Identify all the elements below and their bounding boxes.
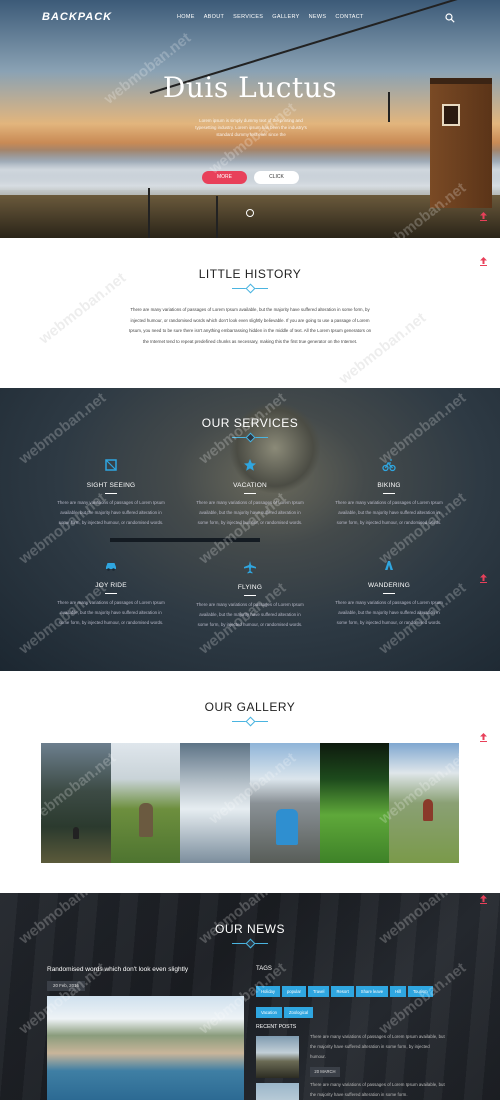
- tags-title: TAGS: [256, 966, 272, 972]
- compass-icon: [385, 561, 393, 570]
- hero-title: Duis Luctus: [162, 71, 338, 104]
- service-desc: There are many variations of passages of…: [335, 500, 443, 525]
- tag[interactable]: Tourism: [407, 986, 433, 997]
- service-desc: There are many variations of passages of…: [196, 500, 304, 525]
- watermark: webmoban.net: [35, 269, 130, 348]
- lift-pylon: [148, 188, 150, 238]
- logo[interactable]: BACKPACK: [42, 11, 112, 23]
- service-underline: [383, 493, 395, 494]
- menu-item-home[interactable]: HOME: [177, 14, 195, 20]
- menu-item-contact[interactable]: CONTACT: [335, 14, 363, 20]
- service-wandering[interactable]: WANDERING There are many variations of p…: [334, 558, 444, 628]
- service-biking[interactable]: BIKING There are many variations of pass…: [334, 458, 444, 528]
- service-underline: [105, 593, 117, 594]
- scroll-down-indicator[interactable]: [246, 209, 254, 217]
- gallery-photo[interactable]: [319, 743, 390, 863]
- service-name: VACATION: [233, 482, 267, 489]
- history-title: LITTLE HISTORY: [198, 267, 302, 281]
- hero-banner: BACKPACK HOME ABOUT SERVICES GALLERY NEW…: [0, 0, 500, 238]
- main-menu: HOME ABOUT SERVICES GALLERY NEWS CONTACT: [177, 14, 364, 20]
- services-bg-pier: [110, 538, 260, 542]
- tag-cloud: Holiday popular Travel Resort Share leave Hil…: [256, 980, 446, 1022]
- service-name: FLYING: [237, 584, 263, 591]
- news-photo[interactable]: [47, 996, 244, 1100]
- news-date-badge: 20 Feb, 2016: [47, 981, 85, 991]
- service-desc: There are many variations of passages of…: [196, 602, 304, 627]
- menu-item-gallery[interactable]: GALLERY: [272, 14, 299, 20]
- star-icon: [244, 459, 256, 471]
- gallery-title: OUR GALLERY: [204, 700, 296, 714]
- search-icon[interactable]: [445, 13, 455, 23]
- service-name: BIKING: [377, 482, 401, 489]
- service-name: JOY RIDE: [95, 582, 127, 589]
- tag[interactable]: Vacation: [256, 1007, 282, 1018]
- tag[interactable]: popular: [281, 986, 306, 997]
- service-vacation[interactable]: VACATION There are many variations of pa…: [195, 458, 305, 528]
- service-name: WANDERING: [367, 582, 410, 589]
- gallery-photo[interactable]: [389, 743, 460, 863]
- recent-post-text[interactable]: There are many variations of passages of…: [310, 1032, 446, 1062]
- gallery-photo[interactable]: [180, 743, 251, 863]
- history-text: There are many variations of passages of…: [128, 307, 372, 344]
- recent-posts-title: RECENT POSTS: [256, 1024, 297, 1030]
- map-icon: [105, 459, 117, 471]
- service-joy-ride[interactable]: JOY RIDE There are many variations of pa…: [56, 558, 166, 628]
- service-underline: [244, 595, 256, 596]
- news-title: OUR NEWS: [215, 922, 285, 936]
- section-divider: [232, 286, 268, 291]
- menu-item-about[interactable]: ABOUT: [204, 14, 224, 20]
- news-headline[interactable]: Randomised words which don't look even s…: [47, 966, 188, 973]
- recent-post-date: 20 MARCH: [310, 1067, 340, 1077]
- news-section: OUR NEWS Randomised words which don't lo…: [0, 893, 500, 1100]
- menu-item-news[interactable]: NEWS: [309, 14, 327, 20]
- gallery-photo[interactable]: [110, 743, 181, 863]
- recent-post-thumb[interactable]: [256, 1083, 299, 1100]
- scroll-top-icon[interactable]: [480, 574, 487, 583]
- scroll-top-icon[interactable]: [480, 257, 487, 266]
- scroll-top-icon[interactable]: [480, 733, 487, 742]
- more-button[interactable]: MORE: [202, 171, 247, 184]
- hero-clouds: [0, 150, 500, 190]
- tag[interactable]: Zoological: [284, 1007, 314, 1018]
- top-nav: BACKPACK HOME ABOUT SERVICES GALLERY NEW…: [0, 0, 500, 36]
- gallery-photo[interactable]: [41, 743, 111, 863]
- recent-post-text[interactable]: There are many variations of passages of…: [310, 1080, 446, 1100]
- services-title: OUR SERVICES: [201, 416, 299, 430]
- services-section: OUR SERVICES SIGHT SEEING There are many…: [0, 388, 500, 671]
- recent-post-thumb[interactable]: [256, 1036, 299, 1078]
- plane-icon: [244, 561, 256, 574]
- service-name: SIGHT SEEING: [86, 482, 136, 489]
- service-sight-seeing[interactable]: SIGHT SEEING There are many variations o…: [56, 458, 166, 528]
- menu-item-services[interactable]: SERVICES: [233, 14, 263, 20]
- service-desc: There are many variations of passages of…: [57, 500, 165, 525]
- section-divider: [232, 719, 268, 724]
- service-flying[interactable]: FLYING There are many variations of pass…: [195, 560, 305, 630]
- click-button[interactable]: CLICK: [254, 171, 299, 184]
- tag[interactable]: Travel: [307, 986, 330, 997]
- car-icon: [106, 563, 116, 571]
- gallery-grid: [41, 743, 460, 863]
- section-divider: [232, 941, 268, 946]
- service-underline: [105, 493, 117, 494]
- service-desc: There are many variations of passages of…: [57, 600, 165, 625]
- service-underline: [383, 593, 395, 594]
- section-divider: [232, 435, 268, 440]
- hero-text: Lorem ipsum is simply dummy text of the …: [195, 118, 307, 137]
- service-underline: [244, 493, 256, 494]
- tag[interactable]: Share leave: [355, 986, 389, 997]
- scroll-top-icon[interactable]: [480, 212, 487, 221]
- bike-icon: [382, 459, 396, 472]
- service-desc: There are many variations of passages of…: [335, 600, 443, 625]
- scroll-top-icon[interactable]: [480, 895, 487, 904]
- tag[interactable]: Resort: [331, 986, 354, 997]
- lift-pylon: [216, 196, 218, 238]
- gallery-photo[interactable]: [250, 743, 320, 863]
- tag[interactable]: Hill: [390, 986, 406, 997]
- tag[interactable]: Holiday: [256, 986, 280, 997]
